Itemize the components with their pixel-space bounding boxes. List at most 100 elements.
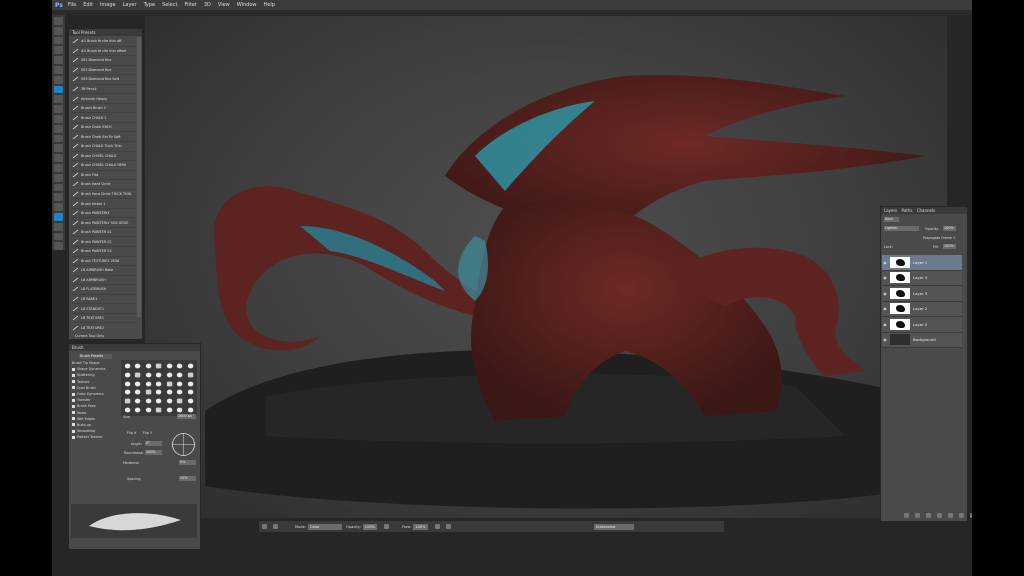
brush-tip-swatch[interactable]	[156, 398, 162, 404]
option-checkbox[interactable]	[72, 411, 75, 415]
tool-preset-item[interactable]: Brush Hard Circle THICK THIN	[71, 190, 136, 200]
background-color-swatch[interactable]	[54, 222, 63, 231]
brush-tip-swatch[interactable]	[135, 407, 141, 413]
brush-presets-button[interactable]: Brush Presets	[79, 354, 112, 359]
blur-tool-icon[interactable]	[54, 134, 63, 143]
tool-preset-item[interactable]: Brush CHALK 2	[71, 113, 136, 123]
brush-tool-icon[interactable]	[54, 85, 63, 94]
visibility-eye-icon[interactable]: ◉	[882, 275, 888, 280]
foreground-color-swatch[interactable]	[54, 212, 63, 221]
tool-preset-item[interactable]: Brush CHALK Thick Thin	[71, 142, 136, 152]
option-checkbox[interactable]	[72, 386, 75, 390]
brush-tip-swatch[interactable]	[124, 407, 131, 413]
link-layers-icon[interactable]	[904, 513, 909, 518]
tool-preset-item[interactable]: LB STANDST1	[71, 304, 136, 314]
tool-preset-item[interactable]: Airbrush Heavy	[71, 94, 136, 104]
pen-tool-icon[interactable]	[54, 154, 63, 162]
tool-preset-item[interactable]: Brush CHISEL CHALK	[71, 152, 136, 162]
brush-tip-swatch[interactable]	[177, 390, 183, 395]
tool-preset-item[interactable]: LB TEXTURE2	[71, 323, 136, 332]
option-checkbox[interactable]	[72, 435, 75, 439]
brush-tip-swatch[interactable]	[187, 363, 194, 369]
tool-preset-item[interactable]: Brush PAINTER 01	[71, 228, 136, 238]
visibility-eye-icon[interactable]: ◉	[882, 322, 888, 327]
option-checkbox[interactable]	[72, 398, 75, 402]
brush-tip-swatch[interactable]	[177, 363, 183, 369]
document-canvas[interactable]	[145, 16, 947, 518]
new-layer-icon[interactable]	[959, 513, 964, 518]
brush-tip-swatch[interactable]	[156, 381, 162, 386]
airbrush-icon[interactable]	[434, 524, 440, 529]
brush-tip-swatch[interactable]	[135, 390, 141, 395]
spacing-field[interactable]: 10%	[179, 476, 196, 481]
layer-row[interactable]: ◉ Layer 2	[882, 301, 962, 317]
brush-tip-swatch[interactable]	[177, 407, 183, 413]
brush-tip-swatch[interactable]	[177, 398, 183, 404]
angle-field[interactable]: 0°	[145, 441, 162, 446]
tool-preset-item[interactable]: 3B Pencil	[71, 85, 136, 95]
brush-tip-swatch[interactable]	[166, 407, 173, 413]
propagate-frame-label[interactable]: Propagate Frame 1	[923, 236, 955, 240]
layer-row[interactable]: ◉ Layer 3	[882, 286, 962, 302]
add-mask-icon[interactable]	[926, 513, 931, 518]
tool-preset-item[interactable]: Brush Chalk EXCH	[71, 123, 136, 133]
opacity-field-bar[interactable]: 100%	[362, 523, 378, 530]
menu-image[interactable]: Image	[100, 2, 116, 8]
spacing-label[interactable]: Spacing	[127, 477, 141, 481]
tool-preset-item[interactable]: Brush PAINTER 03	[71, 247, 136, 257]
current-tool-only-label[interactable]: Current Tool Only	[75, 334, 104, 338]
blend-mode-select[interactable]: Lighten	[884, 226, 919, 231]
brush-tip-swatch[interactable]	[156, 407, 162, 413]
brush-tip-grid[interactable]	[121, 360, 197, 416]
brush-tip-swatch[interactable]	[135, 372, 141, 378]
adjustment-layer-icon[interactable]	[937, 513, 942, 518]
fill-field[interactable]: 100%	[943, 244, 956, 249]
tool-presets-scrollbar[interactable]	[137, 37, 141, 317]
healing-tool-icon[interactable]	[54, 75, 63, 84]
brush-tip-swatch[interactable]	[145, 372, 152, 378]
hardness-field[interactable]: 0%	[179, 460, 196, 465]
gradient-tool-icon[interactable]	[54, 124, 63, 133]
option-checkbox[interactable]	[72, 380, 75, 384]
trash-icon[interactable]	[970, 513, 972, 518]
brush-tip-swatch[interactable]	[145, 398, 152, 404]
tool-preset-item[interactable]: LB RAKE1	[71, 295, 136, 305]
menu-select[interactable]: Select	[162, 2, 177, 8]
option-checkbox[interactable]	[72, 423, 75, 427]
brush-tip-swatch[interactable]	[187, 407, 194, 413]
pressure-size-icon[interactable]	[445, 524, 451, 529]
visibility-eye-icon[interactable]: ◉	[882, 260, 888, 265]
layer-row[interactable]: ◉ Layer 1	[882, 255, 962, 271]
tool-preset-item[interactable]: 001 Diamond fine	[71, 56, 136, 66]
quick-mask-icon[interactable]	[54, 232, 63, 241]
screen-mode-icon[interactable]	[54, 242, 63, 251]
tool-preset-item[interactable]: #1 Brush fe cile thin off	[71, 37, 136, 47]
brush-tip-swatch[interactable]	[166, 381, 173, 386]
dodge-tool-icon[interactable]	[54, 144, 63, 153]
mode-select[interactable]: Color	[308, 523, 343, 530]
option-checkbox[interactable]	[72, 392, 75, 396]
menu-filter[interactable]: Filter	[184, 2, 196, 8]
quick-select-tool-icon[interactable]	[54, 46, 63, 55]
marquee-tool-icon[interactable]	[54, 26, 63, 35]
new-group-icon[interactable]	[948, 513, 953, 518]
visibility-eye-icon[interactable]: ◉	[882, 337, 888, 342]
menu-view[interactable]: View	[218, 2, 230, 8]
brush-tip-swatch[interactable]	[124, 372, 131, 378]
clone-stamp-tool-icon[interactable]	[54, 95, 63, 104]
option-checkbox[interactable]	[72, 417, 75, 421]
hand-tool-icon[interactable]	[54, 193, 63, 202]
tool-preset-item[interactable]: 002 Diamond fine	[71, 66, 136, 76]
flip-x-label[interactable]: Flip X	[127, 431, 136, 435]
brush-tip-swatch[interactable]	[177, 381, 183, 386]
tool-preset-item[interactable]: Brushi Brush 2	[71, 104, 136, 114]
brush-tip-swatch[interactable]	[135, 398, 141, 404]
option-checkbox[interactable]	[72, 367, 75, 371]
tool-preset-item[interactable]: LB TEXTURE1	[71, 314, 136, 324]
brush-tip-swatch[interactable]	[145, 390, 152, 395]
brush-preset-picker-icon[interactable]	[262, 524, 267, 529]
menu-edit[interactable]: Edit	[83, 2, 93, 8]
brush-tip-swatch[interactable]	[145, 407, 152, 413]
tool-preset-item[interactable]: #1 Brush fe cile thin offset	[71, 47, 136, 57]
flow-field[interactable]: 100%	[413, 523, 428, 530]
